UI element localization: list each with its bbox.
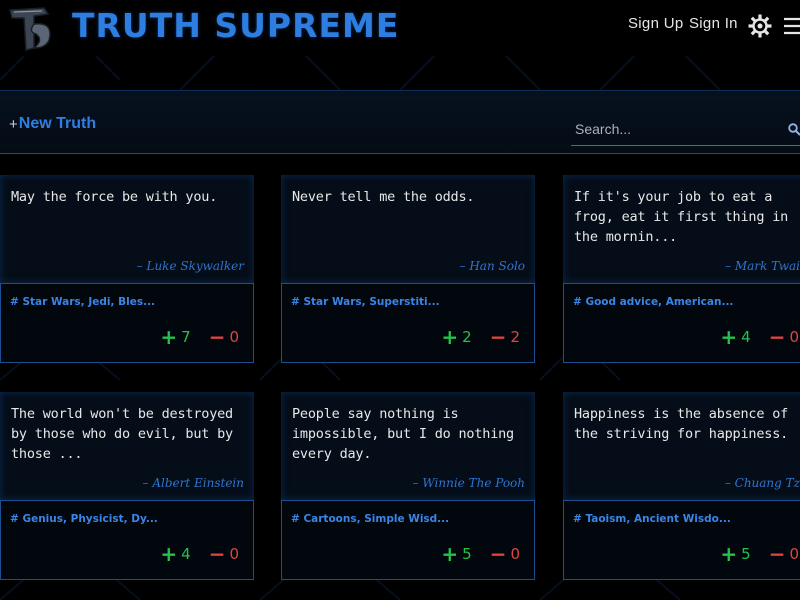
quote-author[interactable]: – Luke Skywalker: [137, 259, 244, 273]
downvote-button[interactable]: −2: [489, 324, 520, 349]
new-truth-label: New Truth: [18, 115, 97, 132]
minus-icon: −: [768, 324, 786, 349]
upvote-count: 2: [462, 328, 472, 346]
upvote-button[interactable]: +4: [720, 324, 751, 349]
upvote-count: 5: [462, 545, 472, 563]
sign-up-link[interactable]: Sign Up: [628, 15, 683, 32]
card-footer: # Star Wars, Superstiti... +2 −2: [281, 283, 535, 363]
toolbar: + New Truth: [0, 90, 800, 154]
downvote-count: 0: [510, 545, 520, 563]
plus-icon: +: [441, 541, 459, 566]
card-quote-area: Happiness is the absence of the striving…: [563, 392, 800, 500]
quote-author[interactable]: – Chuang Tz: [725, 476, 800, 490]
gear-icon[interactable]: [748, 14, 772, 38]
truth-card[interactable]: If it's your job to eat a frog, eat it f…: [563, 175, 800, 363]
tag-list[interactable]: # Good advice, American...: [573, 296, 733, 308]
search-input[interactable]: [571, 117, 776, 141]
quote-author[interactable]: – Winnie The Pooh: [413, 476, 525, 490]
plus-icon: +: [720, 324, 738, 349]
quote-text: People say nothing is impossible, but I …: [292, 406, 514, 462]
upvote-count: 7: [181, 328, 191, 346]
downvote-count: 2: [510, 328, 520, 346]
upvote-count: 4: [181, 545, 191, 563]
search-box: [571, 117, 800, 146]
sign-in-link[interactable]: Sign In: [689, 15, 738, 32]
downvote-button[interactable]: −0: [768, 541, 799, 566]
new-truth-button[interactable]: + New Truth: [9, 115, 96, 133]
tag-list[interactable]: # Cartoons, Simple Wisd...: [291, 513, 449, 525]
vote-controls: +4 −0: [720, 324, 799, 349]
quote-text: If it's your job to eat a frog, eat it f…: [574, 189, 789, 245]
truth-card[interactable]: May the force be with you. – Luke Skywal…: [0, 175, 254, 363]
tag-list[interactable]: # Star Wars, Superstiti...: [291, 296, 440, 308]
minus-icon: −: [489, 541, 507, 566]
vote-controls: +7 −0: [160, 324, 239, 349]
plus-icon: +: [441, 324, 459, 349]
quote-text: Never tell me the odds.: [292, 189, 475, 205]
logo-icon[interactable]: [4, 4, 56, 54]
downvote-button[interactable]: −0: [489, 541, 520, 566]
upvote-button[interactable]: +7: [160, 324, 191, 349]
card-footer: # Good advice, American... +4 −0: [563, 283, 800, 363]
app-header: TRUTH SUPREME Sign Up Sign In: [0, 0, 800, 56]
minus-icon: −: [768, 541, 786, 566]
card-quote-area: May the force be with you. – Luke Skywal…: [0, 175, 254, 283]
quote-text: Happiness is the absence of the striving…: [574, 406, 789, 442]
card-quote-area: Never tell me the odds. – Han Solo: [281, 175, 535, 283]
vote-controls: +5 −0: [441, 541, 520, 566]
upvote-button[interactable]: +5: [720, 541, 751, 566]
upvote-button[interactable]: +5: [441, 541, 472, 566]
minus-icon: −: [489, 324, 507, 349]
card-footer: # Taoism, Ancient Wisdo... +5 −0: [563, 500, 800, 580]
vote-controls: +2 −2: [441, 324, 520, 349]
downvote-count: 0: [789, 328, 799, 346]
upvote-button[interactable]: +2: [441, 324, 472, 349]
plus-icon: +: [160, 324, 178, 349]
vote-controls: +4 −0: [160, 541, 239, 566]
plus-icon: +: [160, 541, 178, 566]
tag-list[interactable]: # Taoism, Ancient Wisdo...: [573, 513, 731, 525]
brand-title[interactable]: TRUTH SUPREME: [72, 6, 399, 45]
quote-text: The world won't be destroyed by those wh…: [11, 406, 233, 462]
plus-icon: +: [720, 541, 738, 566]
upvote-count: 5: [741, 545, 751, 563]
downvote-button[interactable]: −0: [768, 324, 799, 349]
quote-author[interactable]: – Mark Twai: [725, 259, 800, 273]
vote-controls: +5 −0: [720, 541, 799, 566]
search-icon[interactable]: [788, 123, 800, 136]
hamburger-menu-icon[interactable]: [784, 16, 800, 36]
card-quote-area: The world won't be destroyed by those wh…: [0, 392, 254, 500]
downvote-button[interactable]: −0: [208, 541, 239, 566]
tag-list[interactable]: # Genius, Physicist, Dy...: [10, 513, 158, 525]
downvote-button[interactable]: −0: [208, 324, 239, 349]
tag-list[interactable]: # Star Wars, Jedi, Bles...: [10, 296, 155, 308]
downvote-count: 0: [229, 545, 239, 563]
card-quote-area: If it's your job to eat a frog, eat it f…: [563, 175, 800, 283]
minus-icon: −: [208, 324, 226, 349]
downvote-count: 0: [229, 328, 239, 346]
minus-icon: −: [208, 541, 226, 566]
quote-author[interactable]: – Albert Einstein: [143, 476, 244, 490]
plus-icon: +: [9, 115, 18, 133]
card-footer: # Cartoons, Simple Wisd... +5 −0: [281, 500, 535, 580]
truth-card[interactable]: People say nothing is impossible, but I …: [281, 392, 535, 580]
quote-author[interactable]: – Han Solo: [460, 259, 525, 273]
downvote-count: 0: [789, 545, 799, 563]
upvote-count: 4: [741, 328, 751, 346]
truth-card[interactable]: Never tell me the odds. – Han Solo # Sta…: [281, 175, 535, 363]
truth-card[interactable]: Happiness is the absence of the striving…: [563, 392, 800, 580]
upvote-button[interactable]: +4: [160, 541, 191, 566]
quote-text: May the force be with you.: [11, 189, 218, 205]
card-footer: # Genius, Physicist, Dy... +4 −0: [0, 500, 254, 580]
card-footer: # Star Wars, Jedi, Bles... +7 −0: [0, 283, 254, 363]
truth-card[interactable]: The world won't be destroyed by those wh…: [0, 392, 254, 580]
card-quote-area: People say nothing is impossible, but I …: [281, 392, 535, 500]
